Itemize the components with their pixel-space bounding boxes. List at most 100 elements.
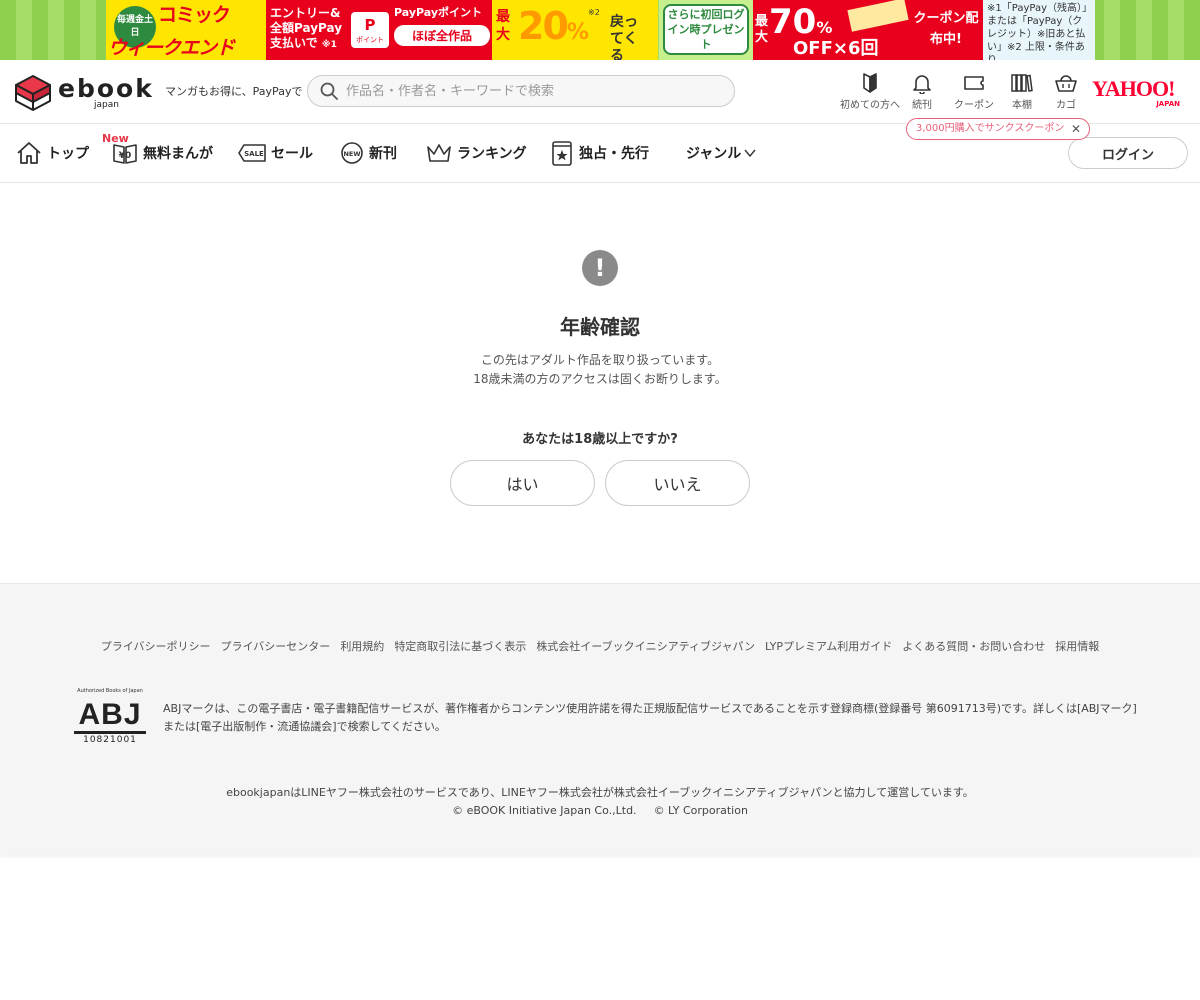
percent-back-block: 最大 20% ※2 戻ってくる [492, 0, 658, 60]
yahoo-japan-logo[interactable]: YAHOO! JAPAN [1092, 76, 1188, 109]
header-cart-link[interactable]: カゴ [1036, 72, 1096, 111]
header-tagline: マンガもお得に、PayPayで [165, 85, 303, 98]
coupon-ticket-icon [847, 0, 909, 32]
age-check-section: ! 年齢確認 この先はアダルト作品を取り扱っています。 18歳未満の方のアクセス… [0, 183, 1200, 583]
entry-note: ※1 [321, 40, 337, 50]
yes-button[interactable]: はい [450, 460, 595, 506]
all-works-label: ほぼ全作品 [394, 25, 490, 46]
yahoo-wordmark: YAHOO! [1092, 76, 1175, 101]
paypay-box-label: ポイント [356, 36, 384, 44]
back-text: 戻ってくる [610, 14, 638, 60]
svg-text:¥0: ¥0 [119, 151, 132, 161]
bell-icon [913, 75, 931, 94]
no-button[interactable]: いいえ [605, 460, 750, 506]
header-sequel-link[interactable]: 続刊 [892, 72, 952, 111]
search-box[interactable] [307, 75, 735, 107]
free-book-icon: ¥0 [113, 144, 137, 164]
nav-item-top[interactable]: トップ [16, 139, 89, 167]
header-beginner-link[interactable]: 初めての方へ [840, 72, 900, 111]
nav-label-sale: セール [271, 146, 313, 162]
first-login-block: さらに初回ログイン時プレゼント [659, 0, 753, 60]
crown-icon [427, 144, 451, 162]
nav-label-ranking: ランキング [457, 146, 527, 162]
footer-links: プライバシーポリシー プライバシーセンター 利用規約 特定商取引法に基づく表示 … [0, 638, 1200, 654]
max-label: 最大 [496, 9, 510, 43]
footer-link-lyp-guide[interactable]: LYPプレミアム利用ガイド [765, 638, 892, 654]
exclamation-icon: ! [582, 250, 618, 286]
thanks-coupon-text: 3,000円購入でサンクスクーポン [916, 123, 1065, 134]
logo-title-bottom: ウィークエンド [108, 37, 235, 59]
svg-text:SALE: SALE [244, 150, 264, 158]
beginner-leaf-icon [863, 73, 877, 93]
book-stack-icon [15, 75, 51, 111]
service-operator-text: ebookjapanはLINEヤフー株式会社のサービスであり、LINEヤフー株式… [226, 786, 974, 799]
header-bookshelf-label: 本棚 [1012, 100, 1032, 111]
nav-item-sale[interactable]: SALE セール [238, 139, 313, 167]
coupon-offer-block: 最大 70% OFF×6回 クーポン配布中! [753, 0, 983, 60]
header-sequel-label: 続刊 [912, 100, 932, 111]
home-icon [17, 142, 41, 164]
message-line-2: 18歳未満の方のアクセスは固くお断りします。 [473, 372, 727, 386]
login-button[interactable]: ログイン [1068, 137, 1188, 169]
page-title: 年齢確認 [560, 315, 640, 339]
footer-link-privacy-policy[interactable]: プライバシーポリシー [101, 638, 211, 654]
coupon-icon [964, 76, 984, 90]
percent-value: 20% [518, 4, 589, 48]
abj-logo: Authorized Books of Japan ABJ 10821001 [74, 688, 146, 748]
header-cart-label: カゴ [1056, 100, 1076, 111]
abj-number: 10821001 [83, 735, 137, 745]
footer-link-company[interactable]: 株式会社イーブックイニシアティブジャパン [536, 638, 755, 654]
off-times: OFF×6回 [793, 38, 879, 59]
nav-label-free-manga: 無料まんが [143, 146, 213, 162]
paypay-point-icon: P ポイント [348, 0, 392, 60]
entry-condition: エントリー&全額PayPay支払いで ※1 [266, 0, 348, 60]
footer-link-faq[interactable]: よくある質問・お問い合わせ [902, 638, 1045, 654]
nav-item-exclusive[interactable]: 独占・先行 [550, 139, 649, 167]
logo-subtext: japan [94, 100, 119, 110]
basket-icon [1055, 75, 1077, 92]
message-line-1: この先はアダルト作品を取り扱っています。 [480, 353, 720, 367]
nav-label-genre: ジャンル [686, 146, 742, 162]
promo-banner-first-login[interactable]: さらに初回ログイン時プレゼント 最大 70% OFF×6回 クーポン配布中! ※… [659, 0, 1095, 60]
thanks-coupon-tooltip[interactable]: 3,000円購入でサンクスクーポン ✕ [906, 118, 1090, 140]
chevron-down-icon [744, 149, 756, 158]
close-icon[interactable]: ✕ [1071, 119, 1081, 139]
abj-caption: Authorized Books of Japan [77, 688, 143, 694]
footer-link-privacy-center[interactable]: プライバシーセンター [221, 638, 331, 654]
promo-banner-comic-weekend[interactable]: 毎週金土日 コミック ウィークエンド エントリー&全額PayPay支払いで ※1… [106, 0, 658, 60]
first-login-text: さらに初回ログイン時プレゼント [663, 4, 749, 55]
nav-item-new-release[interactable]: NEW 新刊 [340, 139, 397, 167]
site-footer: プライバシーポリシー プライバシーセンター 利用規約 特定商取引法に基づく表示 … [0, 583, 1200, 855]
footer-link-recruit[interactable]: 採用情報 [1055, 638, 1099, 654]
nav-label-new-release: 新刊 [369, 146, 397, 162]
svg-text:NEW: NEW [343, 150, 360, 158]
footer-link-commercial-law[interactable]: 特定商取引法に基づく表示 [394, 638, 526, 654]
ebookjapan-logo[interactable]: ebook japan [14, 72, 154, 112]
nav-item-ranking[interactable]: ランキング [426, 139, 527, 167]
coupon-text: クーポン配布中! [913, 11, 979, 47]
banner-note: ※1「PayPay（残高）」または「PayPay（クレジット）※旧あと払い」※2… [983, 0, 1095, 60]
comic-weekend-logo: 毎週金土日 コミック ウィークエンド [106, 0, 266, 60]
bookshelf-icon [1011, 74, 1033, 92]
nav-label-top: トップ [47, 146, 89, 162]
header-coupon-label: クーポン [954, 100, 994, 111]
nav-label-exclusive: 独占・先行 [579, 146, 649, 162]
logo-wordmark: ebook [58, 74, 154, 103]
note-2: ※2 [588, 8, 600, 17]
age-question: あなたは18歳以上ですか? [522, 432, 678, 447]
nav-item-genre[interactable]: ジャンル [686, 139, 757, 167]
footer-copyright-block: ebookjapanはLINEヤフー株式会社のサービスであり、LINEヤフー株式… [0, 784, 1200, 820]
age-warning-message: この先はアダルト作品を取り扱っています。 18歳未満の方のアクセスは固くお断りし… [0, 351, 1200, 389]
yahoo-sub: JAPAN [1156, 100, 1180, 108]
copyright-ly: © LY Corporation [653, 804, 748, 817]
abj-description: ABJマークは、この電子書店・電子書籍配信サービスが、著作権者からコンテンツ使用… [163, 702, 1137, 733]
header-beginner-label: 初めての方へ [840, 100, 900, 111]
abj-mark: ABJ [74, 696, 146, 734]
new-badge-icon: NEW [341, 142, 363, 164]
search-input[interactable] [346, 80, 726, 102]
max-label: 最大 [755, 14, 769, 45]
logo-title-top: コミック [158, 4, 231, 26]
search-icon[interactable] [320, 82, 338, 100]
footer-link-terms[interactable]: 利用規約 [340, 638, 384, 654]
nav-item-free-manga[interactable]: ¥0 無料まんが [112, 139, 213, 167]
